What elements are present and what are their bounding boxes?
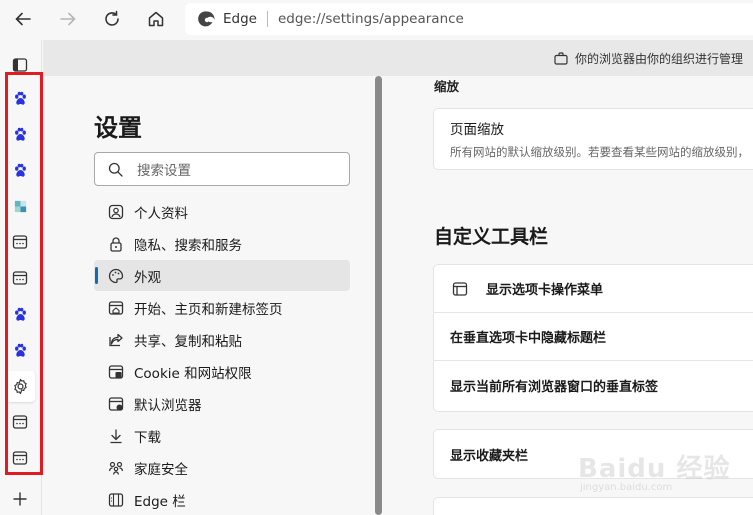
nav-item-label: 隐私、搜索和服务: [134, 237, 242, 254]
address-bar[interactable]: Edge edge://settings/appearance: [185, 3, 753, 35]
baidu-paw-icon: [13, 343, 28, 358]
page-zoom-description: 所有网站的默认缩放级别。若要查看某些网站的缩放级别，: [450, 145, 749, 159]
tab-actions-icon: [12, 58, 28, 72]
favorites-bar-row[interactable]: 显示收藏夹栏: [434, 430, 753, 478]
nav-item-label: 外观: [134, 269, 161, 286]
family-icon: [107, 459, 125, 477]
vertical-tab-5[interactable]: [8, 230, 32, 254]
default-browser-icon: [107, 395, 125, 413]
search-icon: [108, 162, 123, 177]
generic-page-icon: [12, 270, 28, 286]
managed-notice-text: 你的浏览器由你的组织进行管理: [574, 52, 743, 66]
nav-scrollbar[interactable]: [374, 76, 383, 515]
profile-icon: [107, 203, 125, 221]
toolbar-row-hide-title-bar[interactable]: 在垂直选项卡中隐藏标题栏: [434, 313, 753, 361]
generic-page-icon: [12, 414, 28, 430]
new-tab-button[interactable]: [8, 487, 32, 511]
back-button[interactable]: [6, 4, 40, 34]
home-icon: [148, 11, 164, 27]
nav-item-family[interactable]: 家庭安全: [94, 452, 350, 483]
vertical-tab-10[interactable]: [8, 410, 32, 434]
settings-nav: 设置 搜索设置 个人资料隐私、搜索和服务 外观开始、主页和新建标签页 共享、复制和粘…: [43, 76, 373, 515]
nav-item-label: 个人资料: [134, 205, 188, 222]
settings-search-input[interactable]: 搜索设置: [94, 152, 350, 186]
nav-item-home-tabs[interactable]: 开始、主页和新建标签页: [94, 292, 350, 323]
vertical-tab-3[interactable]: [8, 158, 32, 182]
settings-title: 设置: [94, 114, 142, 142]
vertical-tab-2[interactable]: [8, 122, 32, 146]
zoom-section-heading: 缩放: [434, 79, 460, 94]
nav-item-download[interactable]: 下载: [94, 420, 350, 451]
page-zoom-title: 页面缩放: [450, 122, 504, 138]
back-arrow-icon: [15, 12, 31, 26]
nav-item-default-browser[interactable]: 默认浏览器: [94, 388, 350, 419]
page-zoom-card: 页面缩放 所有网站的默认缩放级别。若要查看某些网站的缩放级别，: [434, 109, 753, 169]
nav-item-label: 开始、主页和新建标签页: [134, 301, 283, 318]
address-divider: [266, 11, 268, 27]
nav-item-lock[interactable]: 隐私、搜索和服务: [94, 228, 350, 259]
managed-notice[interactable]: 你的浏览器由你的组织进行管理: [554, 50, 743, 67]
nav-item-label: 默认浏览器: [134, 397, 202, 414]
toolbar-row-tab-actions[interactable]: 显示选项卡操作菜单: [434, 265, 753, 313]
edge-logo-icon: [197, 9, 217, 29]
managed-banner: 你的浏览器由你的组织进行管理: [43, 40, 753, 76]
download-icon: [107, 427, 125, 445]
vertical-tab-7[interactable]: [8, 302, 32, 326]
toolbar-row-label: 在垂直选项卡中隐藏标题栏: [450, 331, 607, 346]
home-button[interactable]: [139, 4, 173, 34]
nav-item-label: 下载: [134, 429, 161, 446]
toolbar-row-label: 显示选项卡操作菜单: [486, 283, 604, 298]
tab-actions-icon: [452, 281, 468, 297]
generic-page-icon: [12, 450, 28, 466]
share-icon: [107, 331, 125, 349]
vertical-tab-9[interactable]: [6, 371, 35, 402]
customize-toolbar-heading: 自定义工具栏: [434, 226, 549, 248]
vertical-tab-11[interactable]: [8, 446, 32, 470]
vertical-tab-4[interactable]: [8, 194, 32, 218]
vertical-tab-6[interactable]: [8, 266, 32, 290]
palette-icon: [107, 267, 125, 285]
appearance-content: 缩放 页面缩放 所有网站的默认缩放级别。若要查看某些网站的缩放级别， 自定义工具…: [383, 76, 753, 515]
forward-button[interactable]: [51, 4, 85, 34]
briefcase-icon: [554, 52, 568, 65]
next-settings-card: [434, 498, 753, 515]
forward-arrow-icon: [60, 12, 76, 26]
refresh-button[interactable]: [95, 4, 129, 34]
url-text[interactable]: edge://settings/appearance: [278, 11, 464, 27]
generic-page-icon: [12, 234, 28, 250]
tab-actions-menu-button[interactable]: [8, 53, 32, 77]
favorites-bar-card[interactable]: 显示收藏夹栏: [434, 430, 753, 478]
browser-brand: Edge: [223, 11, 257, 27]
vertical-tab-1[interactable]: [8, 86, 32, 110]
nav-item-profile[interactable]: 个人资料: [94, 196, 350, 227]
nav-item-label: Edge 栏: [134, 493, 186, 510]
browser-toolbar: Edge edge://settings/appearance: [0, 0, 753, 40]
settings-gear-icon: [12, 378, 29, 395]
toolbar-settings-card: 显示选项卡操作菜单 在垂直选项卡中隐藏标题栏 显示当前所有浏览器窗口的垂直标签: [434, 265, 753, 411]
search-placeholder: 搜索设置: [137, 163, 191, 179]
nav-item-label: 共享、复制和粘贴: [134, 333, 242, 350]
toolbar-row-label: 显示当前所有浏览器窗口的垂直标签: [450, 379, 659, 395]
edge-bar-icon: [107, 491, 125, 509]
baidu-paw-icon: [13, 91, 28, 106]
nav-item-edge-bar[interactable]: Edge 栏: [94, 484, 350, 515]
site-permissions-icon: [107, 363, 125, 381]
baidu-paw-icon: [13, 163, 28, 178]
nav-item-site-permissions[interactable]: Cookie 和网站权限: [94, 356, 350, 387]
baidu-paw-icon: [13, 127, 28, 142]
nav-item-label: 家庭安全: [134, 461, 188, 478]
nav-item-label: Cookie 和网站权限: [134, 365, 252, 382]
refresh-icon: [105, 10, 119, 26]
vertical-tab-8[interactable]: [8, 338, 32, 362]
baidu-paw-icon: [13, 307, 28, 322]
scrollbar-thumb[interactable]: [375, 76, 382, 515]
colorful-app-icon: [13, 199, 28, 214]
nav-item-share[interactable]: 共享、复制和粘贴: [94, 324, 350, 355]
home-tabs-icon: [107, 299, 125, 317]
favorites-bar-label: 显示收藏夹栏: [450, 448, 529, 464]
nav-item-palette[interactable]: 外观: [94, 260, 350, 291]
plus-icon: [13, 492, 27, 506]
toolbar-row-vertical-tabs-all-windows[interactable]: 显示当前所有浏览器窗口的垂直标签: [434, 361, 753, 409]
lock-icon: [107, 235, 125, 253]
